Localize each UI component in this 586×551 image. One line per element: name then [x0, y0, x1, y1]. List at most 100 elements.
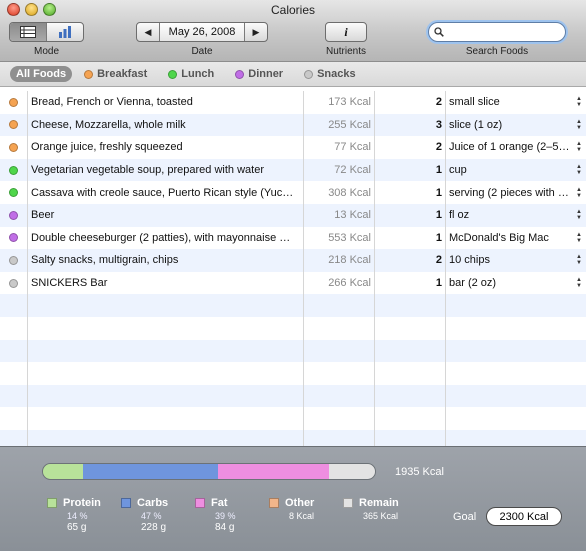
triangle-left-icon: ◀: [144, 26, 152, 37]
date-display[interactable]: May 26, 2008: [159, 23, 245, 41]
bar-segment-protein: [43, 464, 84, 479]
unit-stepper-icon[interactable]: ▲ ▼: [572, 209, 586, 221]
search-field[interactable]: [428, 22, 566, 42]
food-name: Salty snacks, multigrain, chips: [28, 249, 304, 272]
protein-grams: 65 g: [67, 522, 87, 533]
meal-cell: [0, 158, 28, 182]
food-unit[interactable]: small slice: [446, 91, 572, 114]
food-unit[interactable]: bar (2 oz): [446, 272, 572, 295]
food-quantity[interactable]: 2: [375, 136, 446, 159]
unit-stepper-icon[interactable]: ▲ ▼: [572, 164, 586, 176]
date-stepper[interactable]: ◀ May 26, 2008 ▶: [136, 22, 268, 42]
food-name: [28, 339, 304, 363]
food-quantity[interactable]: 3: [375, 113, 446, 137]
food-unit[interactable]: 10 chips: [446, 249, 572, 272]
meal-cell: [0, 113, 28, 137]
filter-breakfast-label: Breakfast: [97, 68, 148, 80]
food-name: Beer: [28, 204, 304, 227]
food-unit[interactable]: fl oz: [446, 204, 572, 227]
unit-stepper-icon[interactable]: ▲ ▼: [572, 141, 586, 153]
list-view-button[interactable]: [10, 23, 46, 41]
snacks-dot-icon: [304, 69, 314, 79]
meal-cell: [0, 249, 28, 272]
food-quantity[interactable]: 1: [375, 181, 446, 204]
food-unit[interactable]: McDonald's Big Mac: [446, 227, 572, 250]
empty-row: [0, 339, 586, 363]
filter-snacks[interactable]: Snacks: [304, 68, 356, 80]
food-quantity[interactable]: 2: [375, 249, 446, 272]
food-name: SNICKERS Bar: [28, 271, 304, 295]
food-name: [28, 430, 304, 446]
remain-label: Remain: [359, 497, 399, 509]
meal-cell: [0, 204, 28, 227]
meal-cell: [0, 407, 28, 430]
info-icon: i: [344, 24, 348, 39]
food-row[interactable]: Orange juice, freshly squeezed 77 Kcal 2 Ju…: [0, 136, 586, 159]
fat-grams: 84 g: [215, 522, 235, 533]
food-row[interactable]: Cassava with creole sauce, Puerto Rican …: [0, 181, 586, 204]
filter-breakfast[interactable]: Breakfast: [84, 68, 147, 80]
previous-day-button[interactable]: ◀: [137, 23, 159, 41]
food-row[interactable]: Cheese, Mozzarella, whole milk 255 Kcal 3 s…: [0, 113, 586, 137]
goal-input[interactable]: [486, 507, 562, 526]
meal-cell: [0, 271, 28, 295]
food-quantity: [375, 362, 446, 385]
next-day-button[interactable]: ▶: [245, 23, 267, 41]
food-row[interactable]: Salty snacks, multigrain, chips 218 Kcal 2…: [0, 249, 586, 272]
food-row[interactable]: Beer 13 Kcal 1 fl oz ▲ ▼: [0, 204, 586, 227]
food-quantity: [375, 430, 446, 446]
legend-other: Other 8 Kcal: [269, 497, 314, 521]
food-quantity[interactable]: 1: [375, 204, 446, 227]
food-name: Cheese, Mozzarella, whole milk: [28, 113, 304, 137]
nutrients-button[interactable]: i: [325, 22, 367, 42]
food-quantity[interactable]: 2: [375, 91, 446, 114]
food-name: Double cheeseburger (2 patties), with ma…: [28, 226, 304, 250]
bar-segment-remain: [329, 464, 375, 479]
window-title: Calories: [270, 3, 315, 17]
chart-view-button[interactable]: [47, 23, 83, 41]
food-kcal: [304, 294, 375, 317]
bar-chart-icon: [59, 26, 71, 38]
nutrients-group: i Nutrients: [325, 22, 367, 57]
food-unit[interactable]: serving (2 pieces with …: [446, 181, 572, 204]
filter-lunch[interactable]: Lunch: [168, 68, 214, 80]
food-unit: [446, 317, 572, 340]
food-quantity[interactable]: 1: [375, 158, 446, 182]
fat-percent: 39 %: [215, 511, 236, 521]
meal-dot-icon: [9, 120, 18, 130]
food-unit: [446, 385, 572, 408]
unit-stepper-icon[interactable]: ▲ ▼: [572, 277, 586, 289]
empty-row: [0, 407, 586, 430]
food-quantity[interactable]: 1: [375, 226, 446, 250]
unit-stepper-icon[interactable]: ▲ ▼: [572, 187, 586, 199]
food-unit[interactable]: Juice of 1 orange (2–5…: [446, 136, 572, 159]
food-row[interactable]: Double cheeseburger (2 patties), with ma…: [0, 226, 586, 250]
food-unit: [446, 362, 572, 385]
filter-dinner[interactable]: Dinner: [235, 68, 283, 80]
unit-stepper-icon[interactable]: ▲ ▼: [572, 254, 586, 266]
unit-stepper-icon[interactable]: ▲ ▼: [572, 96, 586, 108]
search-input[interactable]: [447, 26, 557, 38]
meal-dot-icon: [9, 233, 18, 243]
meal-dot-icon: [9, 188, 18, 198]
fat-label: Fat: [211, 497, 228, 509]
food-row[interactable]: SNICKERS Bar 266 Kcal 1 bar (2 oz) ▲ ▼: [0, 271, 586, 295]
food-unit[interactable]: slice (1 oz): [446, 114, 572, 137]
mode-segmented-control[interactable]: [9, 22, 84, 42]
food-table: Bread, French or Vienna, toasted 173 Kcal…: [0, 91, 586, 446]
other-swatch-icon: [269, 498, 279, 508]
unit-stepper-icon[interactable]: ▲ ▼: [572, 232, 586, 244]
food-kcal: 173 Kcal: [304, 91, 375, 114]
empty-row: [0, 317, 586, 340]
filter-all-foods[interactable]: All Foods: [10, 66, 73, 82]
unit-stepper-icon[interactable]: ▲ ▼: [572, 119, 586, 131]
meal-dot-icon: [9, 165, 18, 175]
food-kcal: [304, 407, 375, 430]
food-row[interactable]: Vegetarian vegetable soup, prepared with…: [0, 158, 586, 182]
food-unit[interactable]: cup: [446, 159, 572, 182]
food-kcal: 13 Kcal: [304, 204, 375, 227]
meal-cell: [0, 136, 28, 159]
search-label: Search Foods: [465, 46, 529, 57]
food-row[interactable]: Bread, French or Vienna, toasted 173 Kcal…: [0, 91, 586, 114]
food-quantity[interactable]: 1: [375, 271, 446, 295]
